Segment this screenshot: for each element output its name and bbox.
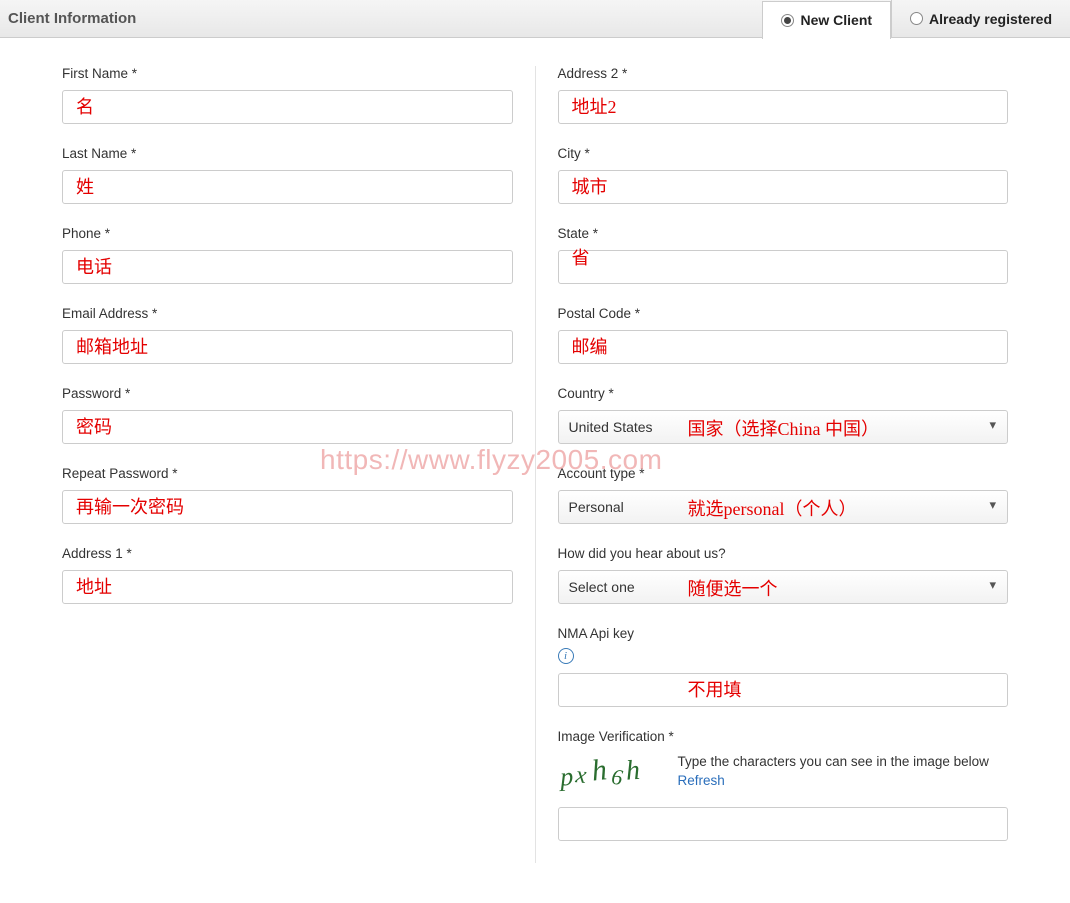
last-name-input[interactable] (62, 170, 513, 204)
header-bar: Client Information New Client Already re… (0, 0, 1070, 38)
page-title: Client Information (8, 10, 136, 27)
password-input[interactable] (62, 410, 513, 444)
state-input[interactable] (558, 250, 1009, 284)
tab-already-registered-label: Already registered (929, 11, 1052, 27)
repeat-password-input[interactable] (62, 490, 513, 524)
hear-about-label: How did you hear about us? (558, 546, 1009, 561)
field-address1: Address 1 * 地址 (62, 546, 513, 604)
field-hear-about: How did you hear about us? Select one 随便… (558, 546, 1009, 604)
field-state: State * 省 (558, 226, 1009, 284)
field-repeat-password: Repeat Password * 再输一次密码 (62, 466, 513, 524)
captcha-label: Image Verification * (558, 729, 1009, 744)
field-city: City * 城市 (558, 146, 1009, 204)
field-address2: Address 2 * 地址2 (558, 66, 1009, 124)
account-type-label: Account type * (558, 466, 1009, 481)
phone-input[interactable] (62, 250, 513, 284)
nma-input[interactable] (558, 673, 1009, 707)
address2-input[interactable] (558, 90, 1009, 124)
field-country: Country * United States 国家（选择China 中国） (558, 386, 1009, 444)
first-name-input[interactable] (62, 90, 513, 124)
field-postal-code: Postal Code * 邮编 (558, 306, 1009, 364)
captcha-input[interactable] (558, 807, 1009, 841)
captcha-refresh-link[interactable]: Refresh (678, 773, 725, 788)
header-tabs: New Client Already registered (762, 0, 1070, 38)
form-area: https://www.flyzy2005.com First Name * 名… (0, 38, 1070, 903)
address2-label: Address 2 * (558, 66, 1009, 81)
field-captcha: Image Verification * p x h 6 h Type the … (558, 729, 1009, 841)
email-label: Email Address * (62, 306, 513, 321)
hear-about-select[interactable]: Select one (558, 570, 1009, 604)
field-account-type: Account type * Personal 就选personal（个人） (558, 466, 1009, 524)
radio-icon (910, 12, 923, 25)
field-first-name: First Name * 名 (62, 66, 513, 124)
city-label: City * (558, 146, 1009, 161)
field-phone: Phone * 电话 (62, 226, 513, 284)
tab-new-client[interactable]: New Client (762, 1, 891, 39)
field-email: Email Address * 邮箱地址 (62, 306, 513, 364)
captcha-instructions: Type the characters you can see in the i… (678, 753, 1009, 772)
first-name-label: First Name * (62, 66, 513, 81)
field-last-name: Last Name * 姓 (62, 146, 513, 204)
country-label: Country * (558, 386, 1009, 401)
svg-text:h: h (589, 753, 607, 787)
phone-label: Phone * (62, 226, 513, 241)
svg-text:x: x (573, 762, 587, 789)
postal-code-input[interactable] (558, 330, 1009, 364)
tab-already-registered[interactable]: Already registered (891, 0, 1070, 38)
repeat-password-label: Repeat Password * (62, 466, 513, 481)
account-type-select[interactable]: Personal (558, 490, 1009, 524)
nma-label: NMA Api key (558, 626, 1009, 641)
address1-label: Address 1 * (62, 546, 513, 561)
info-icon[interactable]: i (558, 648, 574, 664)
password-label: Password * (62, 386, 513, 401)
city-input[interactable] (558, 170, 1009, 204)
radio-icon (781, 14, 794, 27)
right-column: Address 2 * 地址2 City * 城市 State * 省 Post… (536, 66, 1031, 863)
postal-code-label: Postal Code * (558, 306, 1009, 321)
state-label: State * (558, 226, 1009, 241)
field-password: Password * 密码 (62, 386, 513, 444)
captcha-image: p x h 6 h (558, 753, 658, 793)
svg-text:h: h (624, 755, 640, 787)
left-column: First Name * 名 Last Name * 姓 Phone * 电话 … (40, 66, 536, 863)
tab-new-client-label: New Client (800, 12, 872, 28)
field-nma: NMA Api key i 不用填 (558, 626, 1009, 707)
country-select[interactable]: United States (558, 410, 1009, 444)
svg-text:p: p (558, 762, 574, 792)
svg-text:6: 6 (609, 764, 623, 790)
last-name-label: Last Name * (62, 146, 513, 161)
address1-input[interactable] (62, 570, 513, 604)
email-input[interactable] (62, 330, 513, 364)
